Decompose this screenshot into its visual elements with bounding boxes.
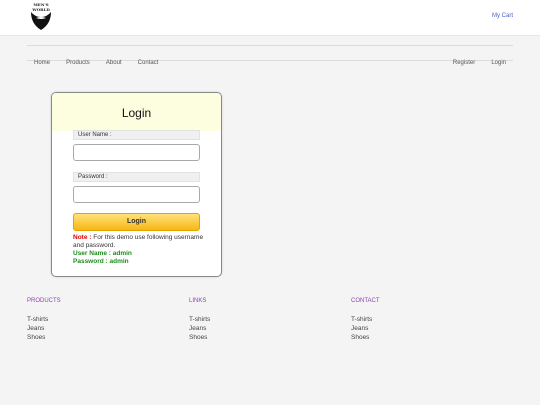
note-text: For this demo use following username and… — [73, 234, 204, 249]
footer-col-links: LINKS T-shirts Jeans Shoes — [189, 298, 309, 342]
beard-logo-icon — [31, 12, 51, 30]
logo-text: MEN'S WORLD — [32, 2, 50, 12]
footer-title-products: PRODUCTS — [27, 298, 61, 304]
nav-item-register[interactable]: Register — [453, 60, 475, 66]
footer-title-links: LINKS — [189, 298, 207, 304]
footer-col-contact: CONTACT T-shirts Jeans Shoes — [351, 298, 471, 342]
footer-link-shoes[interactable]: Shoes — [27, 333, 147, 342]
footer-link-jeans[interactable]: Jeans — [27, 324, 147, 333]
nav-item-about[interactable]: About — [106, 60, 122, 66]
nav-item-products[interactable]: Products — [66, 60, 90, 66]
footer-link-tshirts[interactable]: T-shirts — [27, 315, 147, 324]
footer-title-contact: CONTACT — [351, 298, 380, 304]
password-label: Password : — [73, 172, 200, 182]
footer-link-shoes[interactable]: Shoes — [351, 333, 471, 342]
footer-link-jeans[interactable]: Jeans — [189, 324, 309, 333]
brand-logo[interactable]: MEN'S WORLD — [28, 2, 54, 31]
username-input[interactable] — [73, 144, 200, 161]
nav-item-login[interactable]: Login — [491, 60, 506, 66]
nav-item-home[interactable]: Home — [34, 60, 50, 66]
my-cart-link[interactable]: My Cart — [492, 13, 513, 19]
credential-username: User Name : admin — [73, 250, 132, 257]
password-input[interactable] — [73, 186, 200, 203]
top-bar: MEN'S WORLD My Cart — [0, 0, 540, 36]
login-title: Login — [52, 93, 221, 131]
main-nav: Home Products About Contact Register Log… — [27, 45, 513, 66]
demo-note: Note : For this demo use following usern… — [73, 234, 205, 266]
footer-link-jeans[interactable]: Jeans — [351, 324, 471, 333]
login-card: Login User Name : Password : Login Note … — [51, 92, 222, 277]
footer-link-tshirts[interactable]: T-shirts — [189, 315, 309, 324]
nav-right-group: Register Login — [442, 49, 506, 68]
login-button[interactable]: Login — [73, 213, 200, 231]
footer-link-tshirts[interactable]: T-shirts — [351, 315, 471, 324]
credential-password: Password : admin — [73, 258, 129, 265]
nav-item-contact[interactable]: Contact — [138, 60, 159, 66]
footer-col-products: PRODUCTS T-shirts Jeans Shoes — [27, 298, 147, 342]
username-label: User Name : — [73, 130, 200, 140]
note-key: Note : — [73, 234, 92, 241]
footer-link-shoes[interactable]: Shoes — [189, 333, 309, 342]
nav-left-group: Home Products About Contact — [34, 49, 169, 68]
